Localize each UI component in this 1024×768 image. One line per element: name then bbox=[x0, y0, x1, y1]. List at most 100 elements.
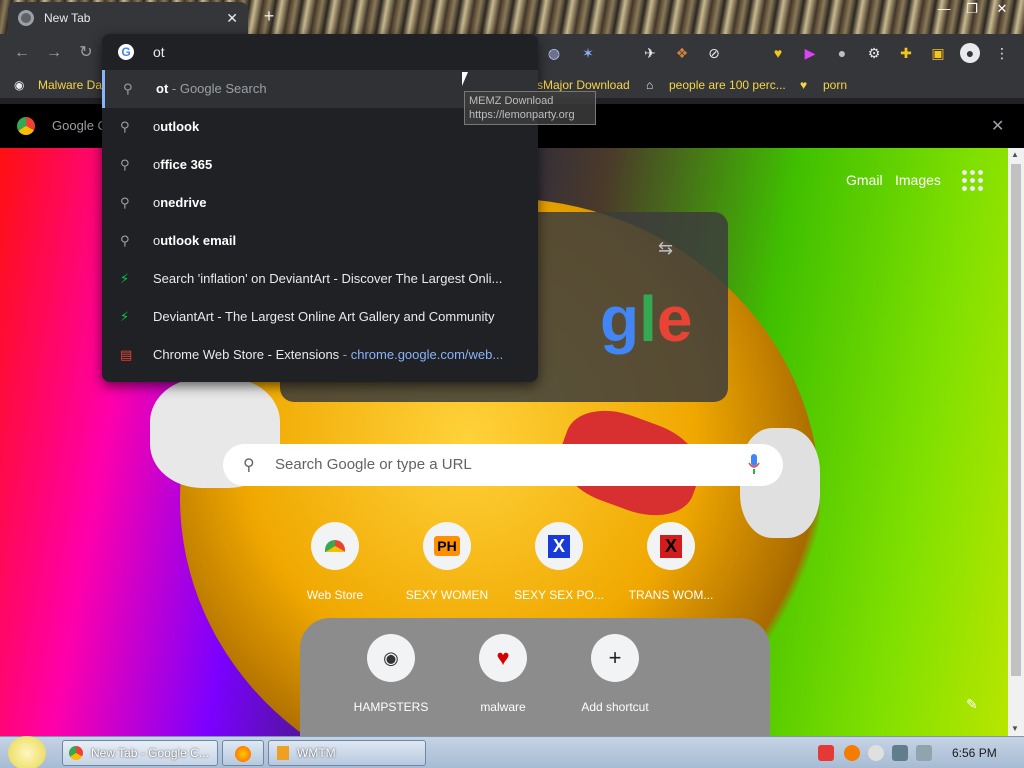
shortcut-label: HAMPSTERS bbox=[353, 700, 429, 714]
shortcut-web-store[interactable]: Web Store bbox=[279, 522, 391, 602]
bookmark-globe-icon: ◉ bbox=[14, 78, 25, 92]
maximize-icon[interactable]: ❐ bbox=[958, 0, 986, 22]
suggestion-office-365[interactable]: ⚲ office 365 bbox=[102, 146, 538, 184]
shortcut-label: malware bbox=[480, 700, 526, 714]
scroll-up-icon[interactable]: ▲ bbox=[1011, 150, 1019, 159]
shortcut-sexy-women[interactable]: PH SEXY WOMEN bbox=[391, 522, 503, 602]
shortcut-malware[interactable]: ♥ malware bbox=[447, 634, 559, 714]
bookmark-malware[interactable]: Malware Da bbox=[38, 76, 102, 94]
shortcut-hampsters[interactable]: ◉ HAMPSTERS bbox=[335, 634, 447, 714]
taskbar-chrome-button[interactable]: New Tab - Google C... bbox=[62, 740, 218, 766]
chrome-logo-icon bbox=[17, 117, 35, 135]
shortcut-sexy-sex-po[interactable]: X SEXY SEX PO... bbox=[503, 522, 615, 602]
omnibox-dropdown: G ot ⚲ ot - Google Search ⚲ outlook ⚲ of… bbox=[102, 34, 538, 382]
extension-plane-icon[interactable]: ✈ bbox=[640, 43, 660, 63]
title-bar: New Tab ✕ + — ❐ ✕ bbox=[0, 0, 1024, 34]
deviantart-icon: ⚡ bbox=[120, 271, 130, 286]
shortcut-label: Web Store bbox=[306, 588, 364, 602]
tray-app-icon[interactable] bbox=[818, 745, 834, 761]
suggestion-completion: nedrive bbox=[160, 195, 207, 210]
tray-search-icon[interactable] bbox=[844, 745, 860, 761]
bookmark-heart-icon: ♥ bbox=[800, 78, 808, 92]
shortcut-add[interactable]: + Add shortcut bbox=[559, 634, 671, 714]
bookmark-people[interactable]: people are 100 perc... bbox=[669, 76, 786, 94]
page-scrollbar[interactable]: ▲ ▼ bbox=[1008, 148, 1024, 736]
taskbar-wmtm-button[interactable]: WMTM bbox=[268, 740, 426, 766]
suggestion-completion: utlook email bbox=[160, 233, 237, 248]
apps-grid-icon[interactable] bbox=[962, 170, 984, 192]
extensions-puzzle-icon[interactable]: ✚ bbox=[896, 43, 916, 63]
bookmark-tooltip: MEMZ Download https://lemonparty.org bbox=[464, 91, 596, 125]
microphone-icon[interactable] bbox=[748, 454, 760, 474]
extension-flag-icon[interactable]: ◍ bbox=[544, 43, 564, 63]
bookmark-porn[interactable]: porn bbox=[823, 76, 847, 94]
omnibox-typed-text[interactable]: ot bbox=[153, 44, 165, 60]
taskbar: New Tab - Google C... WMTM 6:56 PM bbox=[0, 736, 1024, 768]
taskbar-firefox-button[interactable] bbox=[222, 740, 264, 766]
info-bar-text: Google C bbox=[52, 118, 107, 133]
scrollbar-thumb[interactable] bbox=[1011, 164, 1021, 676]
extension-hamster-icon[interactable]: ● bbox=[832, 43, 852, 63]
reading-list-icon[interactable]: ▣ bbox=[928, 43, 948, 63]
suggestion-deviantart-search[interactable]: ⚡ Search 'inflation' on DeviantArt - Dis… bbox=[102, 260, 538, 298]
web-store-icon bbox=[311, 522, 359, 570]
suggestion-text: Search 'inflation' on DeviantArt - Disco… bbox=[153, 271, 503, 286]
suggestion-text: Chrome Web Store - Extensions bbox=[153, 347, 340, 362]
suggestion-outlook-email[interactable]: ⚲ outlook email bbox=[102, 222, 538, 260]
minimize-icon[interactable]: — bbox=[930, 0, 958, 22]
scroll-down-icon[interactable]: ▼ bbox=[1011, 724, 1019, 733]
x-red-icon: X bbox=[647, 522, 695, 570]
suggestion-chrome-web-store[interactable]: ▤ Chrome Web Store - Extensions - chrome… bbox=[102, 336, 538, 374]
info-bar-close-icon[interactable]: ✕ bbox=[991, 116, 1004, 136]
suggestion-separator: - bbox=[339, 347, 351, 362]
extension-gear-icon[interactable]: ⚙ bbox=[864, 43, 884, 63]
shortcut-label: Add shortcut bbox=[581, 700, 649, 714]
hamster-icon: ◉ bbox=[367, 634, 415, 682]
chrome-taskbar-icon bbox=[69, 746, 83, 760]
tab-title: New Tab bbox=[44, 11, 91, 25]
ntp-search-box[interactable]: ⚲ Search Google or type a URL bbox=[223, 444, 783, 486]
customize-pencil-icon[interactable]: ✎ bbox=[966, 696, 978, 713]
tray-volume-icon[interactable] bbox=[916, 745, 932, 761]
heart-icon: ♥ bbox=[479, 634, 527, 682]
extension-play-icon[interactable]: ▶ bbox=[800, 43, 820, 63]
back-icon[interactable]: ← bbox=[12, 43, 32, 63]
share-icon[interactable]: ⇆ bbox=[658, 238, 673, 259]
profile-avatar-icon[interactable]: ● bbox=[960, 43, 980, 63]
tab-new-tab[interactable]: New Tab ✕ bbox=[8, 2, 248, 34]
tab-close-icon[interactable]: ✕ bbox=[226, 10, 238, 27]
start-button[interactable] bbox=[8, 736, 46, 768]
x-blue-icon: X bbox=[535, 522, 583, 570]
shortcut-label: SEXY SEX PO... bbox=[514, 588, 604, 602]
suggestion-suffix: - Google Search bbox=[168, 81, 267, 96]
extension-block-icon[interactable]: ⊘ bbox=[704, 43, 724, 63]
suggestion-text: ot bbox=[156, 81, 169, 96]
close-window-icon[interactable]: ✕ bbox=[988, 0, 1016, 22]
extension-heart-icon[interactable]: ♥ bbox=[768, 43, 788, 63]
extension-paw-icon[interactable]: ❖ bbox=[672, 43, 692, 63]
deviantart-icon: ⚡ bbox=[120, 309, 130, 324]
taskbar-clock[interactable]: 6:56 PM bbox=[952, 746, 997, 760]
menu-kebab-icon[interactable]: ⋮ bbox=[992, 43, 1012, 63]
search-icon: ⚲ bbox=[120, 157, 130, 172]
ph-icon: PH bbox=[423, 522, 471, 570]
extension-star-icon[interactable]: ✶ bbox=[578, 43, 598, 63]
chrome-favicon-icon bbox=[18, 10, 34, 26]
suggestion-onedrive[interactable]: ⚲ onedrive bbox=[102, 184, 538, 222]
suggestion-completion: ffice 365 bbox=[160, 157, 213, 172]
new-tab-button[interactable]: + bbox=[258, 6, 280, 28]
reload-icon[interactable]: ↻ bbox=[76, 43, 96, 63]
doodle-letters: gle bbox=[600, 283, 693, 355]
omnibox-input[interactable]: G ot bbox=[102, 34, 538, 70]
forward-icon[interactable]: → bbox=[44, 43, 64, 63]
shortcut-trans-wom[interactable]: X TRANS WOM... bbox=[615, 522, 727, 602]
suggestion-text: DeviantArt - The Largest Online Art Gall… bbox=[153, 309, 495, 324]
gmail-link[interactable]: Gmail bbox=[846, 172, 883, 188]
search-icon: ⚲ bbox=[120, 119, 130, 134]
tooltip-title: MEMZ Download bbox=[469, 95, 554, 107]
images-link[interactable]: Images bbox=[895, 172, 941, 188]
ntp-search-placeholder[interactable]: Search Google or type a URL bbox=[275, 456, 472, 473]
tray-network-icon[interactable] bbox=[892, 745, 908, 761]
suggestion-deviantart-site[interactable]: ⚡ DeviantArt - The Largest Online Art Ga… bbox=[102, 298, 538, 336]
tray-emoji-icon[interactable] bbox=[868, 745, 884, 761]
